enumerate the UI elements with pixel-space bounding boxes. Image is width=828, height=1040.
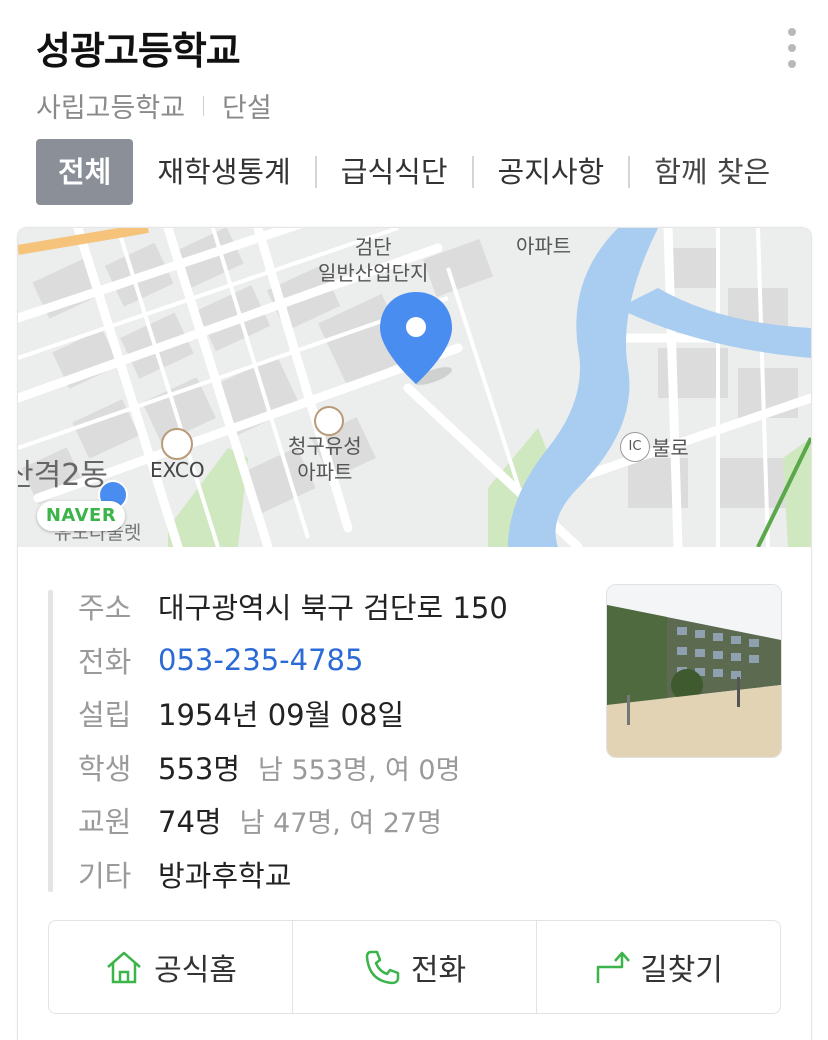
header: 성광고등학교 사립고등학교 단설 전체 재학생통계 급식식단 공지사항 함께 찾… [0,0,828,205]
info-label: 기타 [78,859,132,893]
tab-bar: 전체 재학생통계 급식식단 공지사항 함께 찾은 [36,139,828,205]
location-pin-icon[interactable] [378,290,454,386]
naver-badge: NAVER [37,501,125,531]
tab-student-stats[interactable]: 재학생통계 [133,139,314,205]
info-label: 설립 [78,698,132,732]
phone-link[interactable]: 053-235-4785 [158,643,363,677]
info-row-students: 학생 553명 남 553명, 여 0명 [78,741,460,793]
map[interactable]: 검단 일반산업단지 아파트 청구유성 아파트 EXCO 산격2동 IC 불로 유… [18,228,811,547]
info-row-founded: 설립 1954년 09월 08일 [78,687,404,739]
school-subtitle: 사립고등학교 단설 [36,86,272,125]
info-row-etc: 기타 방과후학교 [78,848,291,900]
info-label: 주소 [78,591,132,625]
school-card: 검단 일반산업단지 아파트 청구유성 아파트 EXCO 산격2동 IC 불로 유… [17,227,812,1040]
school-type: 사립고등학교 [36,93,186,124]
teachers-detail: 남 47명, 여 27명 [239,807,442,839]
map-label-exco: EXCO [150,458,205,482]
divider [203,95,205,116]
address-value: 대구광역시 북구 검단로 150 [158,591,508,625]
directions-button[interactable]: 길찾기 [536,921,780,1013]
info-label: 교원 [78,805,132,839]
home-icon [107,951,141,984]
apartment-icon [314,406,344,436]
etc-value: 방과후학교 [158,859,292,893]
map-label-bulro: 불로 [652,436,689,460]
directions-button-label: 길찾기 [640,953,723,988]
phone-icon [365,950,400,985]
map-label-text: 아파트 [297,460,353,484]
more-vertical-icon[interactable] [784,28,798,68]
school-status: 단설 [222,93,272,124]
info-label: 학생 [78,752,132,786]
info-side-bar [48,590,53,892]
map-label-industrial: 검단 일반산업단지 [318,234,428,286]
tab-all[interactable]: 전체 [36,139,134,205]
tab-related[interactable]: 함께 찾은 [630,139,794,205]
home-button[interactable]: 공식홈 [49,921,292,1013]
building-icon [161,428,193,460]
turn-arrow-icon [596,951,631,983]
tab-notice[interactable]: 공지사항 [474,139,629,205]
info-row-phone: 전화 053-235-4785 [78,634,363,686]
tab-meal[interactable]: 급식식단 [317,139,472,205]
founded-value: 1954년 09월 08일 [158,698,405,732]
teachers-value: 74명 [158,805,222,839]
info-label: 전화 [78,645,132,679]
map-label-apartment: 아파트 [516,234,572,258]
map-label-text: 일반산업단지 [318,261,429,285]
page-title: 성광고등학교 [36,29,241,73]
map-label-cheonggu: 청구유성 아파트 [288,433,362,485]
map-label-text: 검단 [354,235,392,259]
home-button-label: 공식홈 [154,953,237,988]
school-photo[interactable] [606,584,782,758]
action-bar: 공식홈 전화 길찾기 [48,920,781,1014]
students-detail: 남 553명, 여 0명 [258,754,461,786]
map-label-district: 산격2동 [18,458,108,493]
map-label-text: 청구유성 [288,434,362,458]
call-button-label: 전화 [410,953,467,988]
info-row-address: 주소 대구광역시 북구 검단로 150 [78,580,508,632]
students-value: 553명 [158,752,241,786]
info-row-teachers: 교원 74명 남 47명, 여 27명 [78,794,442,846]
ic-icon: IC [620,432,650,462]
call-button[interactable]: 전화 [292,921,536,1013]
school-photo-image [607,585,781,757]
